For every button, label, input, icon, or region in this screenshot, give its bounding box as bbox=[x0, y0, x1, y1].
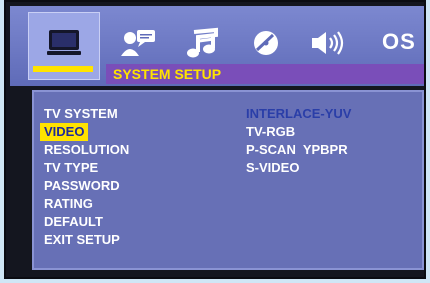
monitor-icon[interactable] bbox=[44, 26, 84, 60]
video-options: INTERLACE-YUV TV-RGB P-SCAN YPBPR S-VIDE… bbox=[242, 105, 355, 177]
menu-item-rating[interactable]: RATING bbox=[40, 195, 97, 213]
menu-item-tv-system[interactable]: TV SYSTEM bbox=[40, 105, 122, 123]
osd-screen: OS SYSTEM SETUP TV SYSTEM VIDEO RESOLUTI… bbox=[4, 0, 426, 279]
option-p-scan-ypbpr[interactable]: P-SCAN YPBPR bbox=[242, 141, 355, 159]
menu-item-password[interactable]: PASSWORD bbox=[40, 177, 124, 195]
menu-item-default[interactable]: DEFAULT bbox=[40, 213, 107, 231]
settings-menu: TV SYSTEM VIDEO RESOLUTION TV TYPE PASSW… bbox=[40, 105, 133, 249]
language-icon[interactable] bbox=[118, 26, 158, 60]
option-interlace-yuv[interactable]: INTERLACE-YUV bbox=[242, 105, 355, 123]
menu-item-exit-setup[interactable]: EXIT SETUP bbox=[40, 231, 124, 249]
menu-item-resolution[interactable]: RESOLUTION bbox=[40, 141, 133, 159]
speaker-icon[interactable] bbox=[308, 26, 348, 60]
os-tab-label[interactable]: OS bbox=[382, 29, 416, 55]
music-note-icon[interactable] bbox=[182, 26, 222, 60]
section-title: SYSTEM SETUP bbox=[106, 64, 424, 84]
menu-item-tv-type[interactable]: TV TYPE bbox=[40, 159, 102, 177]
disc-icon[interactable] bbox=[246, 26, 286, 60]
active-tab-underline bbox=[33, 66, 93, 72]
option-s-video[interactable]: S-VIDEO bbox=[242, 159, 355, 177]
option-tv-rgb[interactable]: TV-RGB bbox=[242, 123, 355, 141]
menu-item-video[interactable]: VIDEO bbox=[40, 123, 89, 141]
